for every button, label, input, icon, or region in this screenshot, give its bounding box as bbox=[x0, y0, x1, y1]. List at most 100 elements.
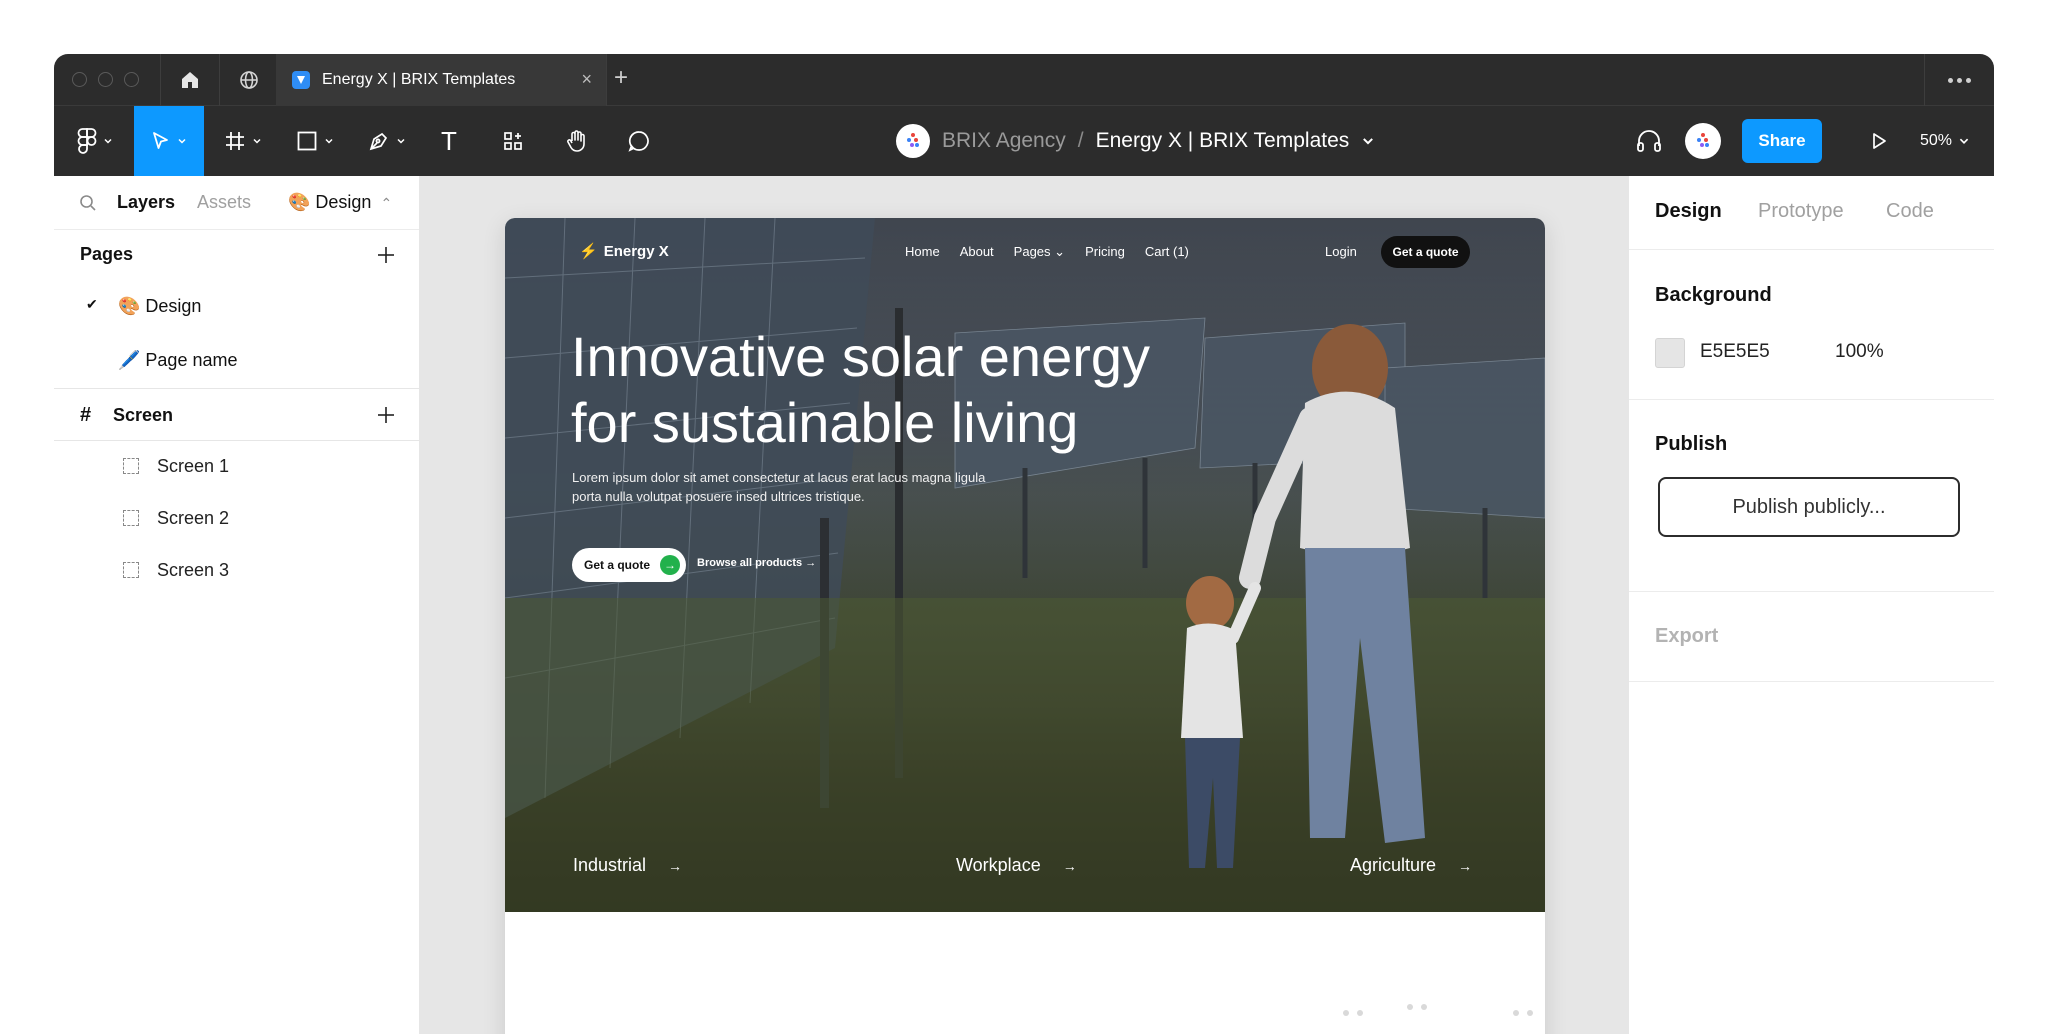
design-frame[interactable]: ⚡ Energy X Home About Pages ⌄ Pricing Ca… bbox=[505, 218, 1545, 1034]
zoom-dropdown[interactable]: 50% bbox=[1920, 106, 1970, 176]
layer-item-label: Screen 2 bbox=[157, 508, 230, 528]
layer-item[interactable]: Screen 3 bbox=[54, 545, 419, 597]
hero-subtext: Lorem ipsum dolor sit amet consectetur a… bbox=[572, 470, 986, 504]
category-industrial[interactable]: Industrial → bbox=[573, 855, 682, 876]
nav-link-pages[interactable]: Pages ⌄ bbox=[1014, 244, 1065, 260]
layer-screen[interactable]: # Screen bbox=[54, 389, 419, 441]
team-avatar[interactable] bbox=[896, 124, 930, 158]
canvas[interactable]: ⚡ Energy X Home About Pages ⌄ Pricing Ca… bbox=[421, 176, 1628, 1034]
category-agriculture[interactable]: Agriculture → bbox=[1350, 855, 1472, 876]
page-selector-label: 🎨 Design bbox=[288, 192, 372, 212]
page-item-label: 🎨 Design bbox=[118, 296, 202, 316]
breadcrumb: BRIX Agency / Energy X | BRIX Templates bbox=[896, 106, 1375, 176]
section-icon bbox=[123, 458, 139, 474]
frame-icon: # bbox=[80, 404, 92, 426]
file-name[interactable]: Energy X | BRIX Templates bbox=[1096, 129, 1350, 153]
arrow-right-icon: → bbox=[660, 555, 680, 575]
comment-icon[interactable] bbox=[610, 106, 668, 176]
chevron-down-icon bbox=[1959, 138, 1969, 144]
window-controls bbox=[72, 72, 139, 87]
tab-bar: Energy X | BRIX Templates × + bbox=[54, 54, 1994, 106]
hero-section: ⚡ Energy X Home About Pages ⌄ Pricing Ca… bbox=[505, 218, 1545, 912]
shape-tool-icon[interactable] bbox=[284, 106, 346, 176]
close-window-button[interactable] bbox=[72, 72, 87, 87]
left-panel: Layers Assets 🎨 Design ⌃ Pages ✔ 🎨 Desig… bbox=[54, 176, 420, 1034]
background-swatch[interactable] bbox=[1655, 338, 1685, 368]
nav-link-home[interactable]: Home bbox=[905, 244, 940, 260]
partner-logo bbox=[1343, 1010, 1363, 1016]
section-icon bbox=[123, 510, 139, 526]
team-name[interactable]: BRIX Agency bbox=[942, 129, 1066, 153]
tab-code[interactable]: Code bbox=[1886, 200, 1934, 223]
publish-section: Publish Publish publicly... bbox=[1629, 400, 1994, 592]
publish-button[interactable]: Publish publicly... bbox=[1658, 477, 1960, 537]
figma-menu-icon[interactable] bbox=[66, 106, 124, 176]
file-tab-title: Energy X | BRIX Templates bbox=[322, 71, 516, 88]
hero-quote-label: Get a quote bbox=[584, 558, 651, 572]
category-label: Industrial bbox=[573, 855, 647, 875]
page-selector[interactable]: 🎨 Design ⌃ bbox=[288, 192, 392, 213]
minimize-window-button[interactable] bbox=[98, 72, 113, 87]
login-link[interactable]: Login bbox=[1325, 244, 1357, 259]
page-item-label: 🖊️ Page name bbox=[118, 350, 238, 370]
new-tab-button[interactable]: + bbox=[614, 66, 628, 90]
present-icon[interactable] bbox=[1854, 106, 1904, 176]
tab-design[interactable]: Design bbox=[1655, 200, 1722, 223]
site-logo-text: Energy X bbox=[603, 242, 669, 260]
file-tab[interactable]: Energy X | BRIX Templates × bbox=[276, 54, 606, 106]
background-opacity-input[interactable]: 100% bbox=[1835, 341, 1884, 363]
share-button[interactable]: Share bbox=[1742, 119, 1822, 163]
page-item-page-name[interactable]: 🖊️ Page name bbox=[54, 334, 419, 388]
layer-item[interactable]: Screen 1 bbox=[54, 441, 419, 493]
hero-quote-button[interactable]: Get a quote → bbox=[572, 548, 686, 582]
nav-link-about[interactable]: About bbox=[960, 244, 994, 260]
tab-layers[interactable]: Layers bbox=[117, 192, 175, 213]
home-icon[interactable] bbox=[161, 54, 219, 106]
tab-prototype[interactable]: Prototype bbox=[1758, 200, 1844, 223]
divider bbox=[606, 54, 607, 106]
site-logo[interactable]: ⚡ Energy X bbox=[579, 242, 669, 261]
resources-icon[interactable] bbox=[484, 106, 542, 176]
export-section[interactable]: Export bbox=[1629, 592, 1994, 682]
background-hex-input[interactable]: E5E5E5 bbox=[1700, 341, 1770, 363]
pen-tool-icon[interactable] bbox=[356, 106, 418, 176]
nav-quote-button[interactable]: Get a quote bbox=[1381, 236, 1470, 268]
page-item-design[interactable]: ✔ 🎨 Design bbox=[54, 280, 419, 334]
close-tab-icon[interactable]: × bbox=[581, 69, 592, 90]
more-icon[interactable] bbox=[1924, 54, 1994, 106]
globe-icon[interactable] bbox=[220, 54, 278, 106]
chevron-down-icon[interactable] bbox=[1361, 134, 1375, 148]
category-label: Workplace bbox=[956, 855, 1041, 875]
frame-tool-icon[interactable] bbox=[212, 106, 274, 176]
background-title: Background bbox=[1655, 284, 1772, 306]
text-tool-icon[interactable]: T bbox=[424, 106, 474, 176]
nav-link-cart[interactable]: Cart (1) bbox=[1145, 244, 1189, 260]
chevron-down-icon: ⌄ bbox=[1054, 244, 1066, 259]
search-icon[interactable] bbox=[78, 193, 98, 213]
browse-products-link[interactable]: Browse all products → bbox=[697, 557, 816, 569]
right-panel-tabs: Design Prototype Code bbox=[1629, 176, 1994, 250]
tab-assets[interactable]: Assets bbox=[197, 192, 251, 213]
section-icon bbox=[123, 562, 139, 578]
publish-title: Publish bbox=[1655, 433, 1728, 455]
app-window: Energy X | BRIX Templates × + T BRIX Age… bbox=[54, 54, 1994, 1034]
check-icon: ✔ bbox=[86, 296, 98, 312]
maximize-window-button[interactable] bbox=[124, 72, 139, 87]
layer-item[interactable]: Screen 2 bbox=[54, 493, 419, 545]
pages-title: Pages bbox=[80, 244, 134, 264]
add-page-icon[interactable] bbox=[377, 246, 395, 264]
add-layer-icon[interactable] bbox=[377, 406, 395, 424]
left-panel-tabs: Layers Assets 🎨 Design ⌃ bbox=[54, 176, 419, 230]
hand-tool-icon[interactable] bbox=[548, 106, 606, 176]
nav-link-pricing[interactable]: Pricing bbox=[1085, 244, 1125, 260]
layer-screen-label: Screen bbox=[113, 405, 174, 425]
site-nav-links: Home About Pages ⌄ Pricing Cart (1) bbox=[905, 244, 1189, 260]
arrow-right-icon: → bbox=[1458, 858, 1473, 874]
layer-item-label: Screen 3 bbox=[157, 560, 230, 580]
avatar[interactable] bbox=[1685, 123, 1721, 159]
move-tool-button[interactable] bbox=[134, 106, 204, 176]
headphones-icon[interactable] bbox=[1624, 106, 1674, 176]
category-workplace[interactable]: Workplace → bbox=[956, 855, 1077, 876]
category-label: Agriculture bbox=[1350, 855, 1437, 875]
nav-link-pages-label: Pages bbox=[1013, 244, 1051, 259]
